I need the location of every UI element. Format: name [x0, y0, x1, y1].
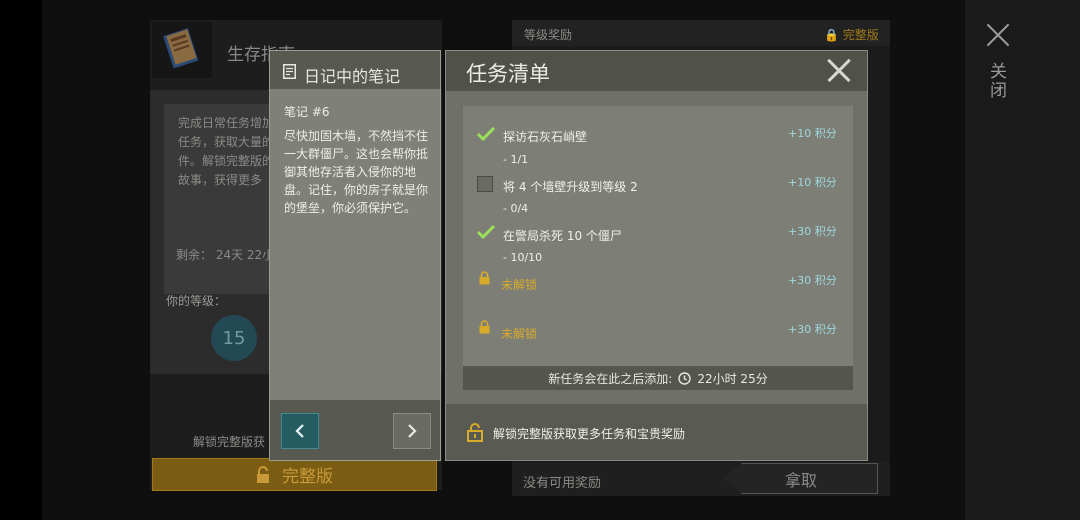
task-checkbox — [477, 176, 493, 192]
guide-description: 完成日常任务增加任务，获取大量的件。解锁完整版的故事，获得更多 — [178, 116, 274, 186]
note-body: 尽快加固木墙，不然挡不住一大群僵尸。这也会帮你抵御其他存活者入侵你的地盘。记住，… — [284, 129, 429, 215]
unlock-more-text[interactable]: 解锁完整版获取更多任务和宝贵奖励 — [493, 425, 685, 442]
left-bar — [0, 0, 42, 520]
new-task-timer-bar: 新任务会在此之后添加: 22小时 25分 — [463, 366, 853, 390]
checkmark-icon — [476, 224, 496, 240]
full-version-badge-label: 完整版 — [842, 28, 879, 42]
unlock-icon — [257, 465, 269, 483]
task-text: 在警局杀死 10 个僵尸 — [503, 229, 622, 243]
remaining-time: 剩余： 24天 22小 — [176, 248, 275, 262]
next-note-button[interactable] — [393, 413, 431, 449]
note-number: 笔记 #6 — [284, 105, 330, 119]
task-points: +10 积分 — [788, 127, 837, 140]
full-version-label: 完整版 — [282, 467, 333, 487]
task-text: 将 4 个墙壁升级到等级 2 — [503, 180, 638, 194]
checkmark-icon — [476, 126, 496, 142]
task-points: +10 积分 — [788, 176, 837, 189]
locked-task-text: 未解锁 — [501, 278, 538, 292]
lock-icon — [479, 320, 490, 334]
task-progress: - 10/10 — [503, 251, 543, 264]
diary-title: 日记中的笔记 — [304, 67, 401, 86]
level-badge: 15 — [211, 315, 257, 361]
full-version-badge: 🔒 完整版 — [824, 28, 879, 42]
task-progress: - 1/1 — [503, 153, 529, 166]
full-version-button[interactable]: 完整版 — [152, 458, 437, 491]
claim-button[interactable]: 拿取 — [724, 463, 878, 494]
task-points: +30 积分 — [788, 274, 837, 287]
notepad-icon — [283, 64, 296, 79]
task-points: +30 积分 — [788, 323, 837, 336]
task-text: 探访石灰石峭壁 — [503, 130, 588, 144]
previous-note-button[interactable] — [281, 413, 319, 449]
task-list-title: 任务清单 — [466, 62, 550, 86]
level-label: 你的等级： — [166, 294, 227, 308]
unlock-icon — [467, 423, 483, 442]
new-task-time: 22小时 25分 — [697, 371, 768, 386]
chevron-left-icon — [295, 424, 304, 438]
level-reward-title: 等级奖励 — [524, 28, 573, 42]
lock-icon — [479, 271, 490, 285]
right-strip — [965, 0, 1080, 520]
close-icon[interactable] — [985, 22, 1011, 48]
task-points: +30 积分 — [788, 225, 837, 238]
close-label[interactable]: 关闭 — [986, 62, 1009, 100]
chevron-right-icon — [408, 424, 417, 438]
book-icon — [163, 28, 199, 69]
clock-icon — [678, 371, 692, 385]
locked-task-text: 未解锁 — [501, 327, 538, 341]
no-reward-text: 没有可用奖励 — [523, 476, 602, 491]
new-task-label: 新任务会在此之后添加: — [548, 371, 673, 386]
close-icon[interactable] — [828, 59, 850, 81]
task-progress: - 0/4 — [503, 202, 529, 215]
unlock-full-text: 解锁完整版获 — [193, 435, 266, 449]
